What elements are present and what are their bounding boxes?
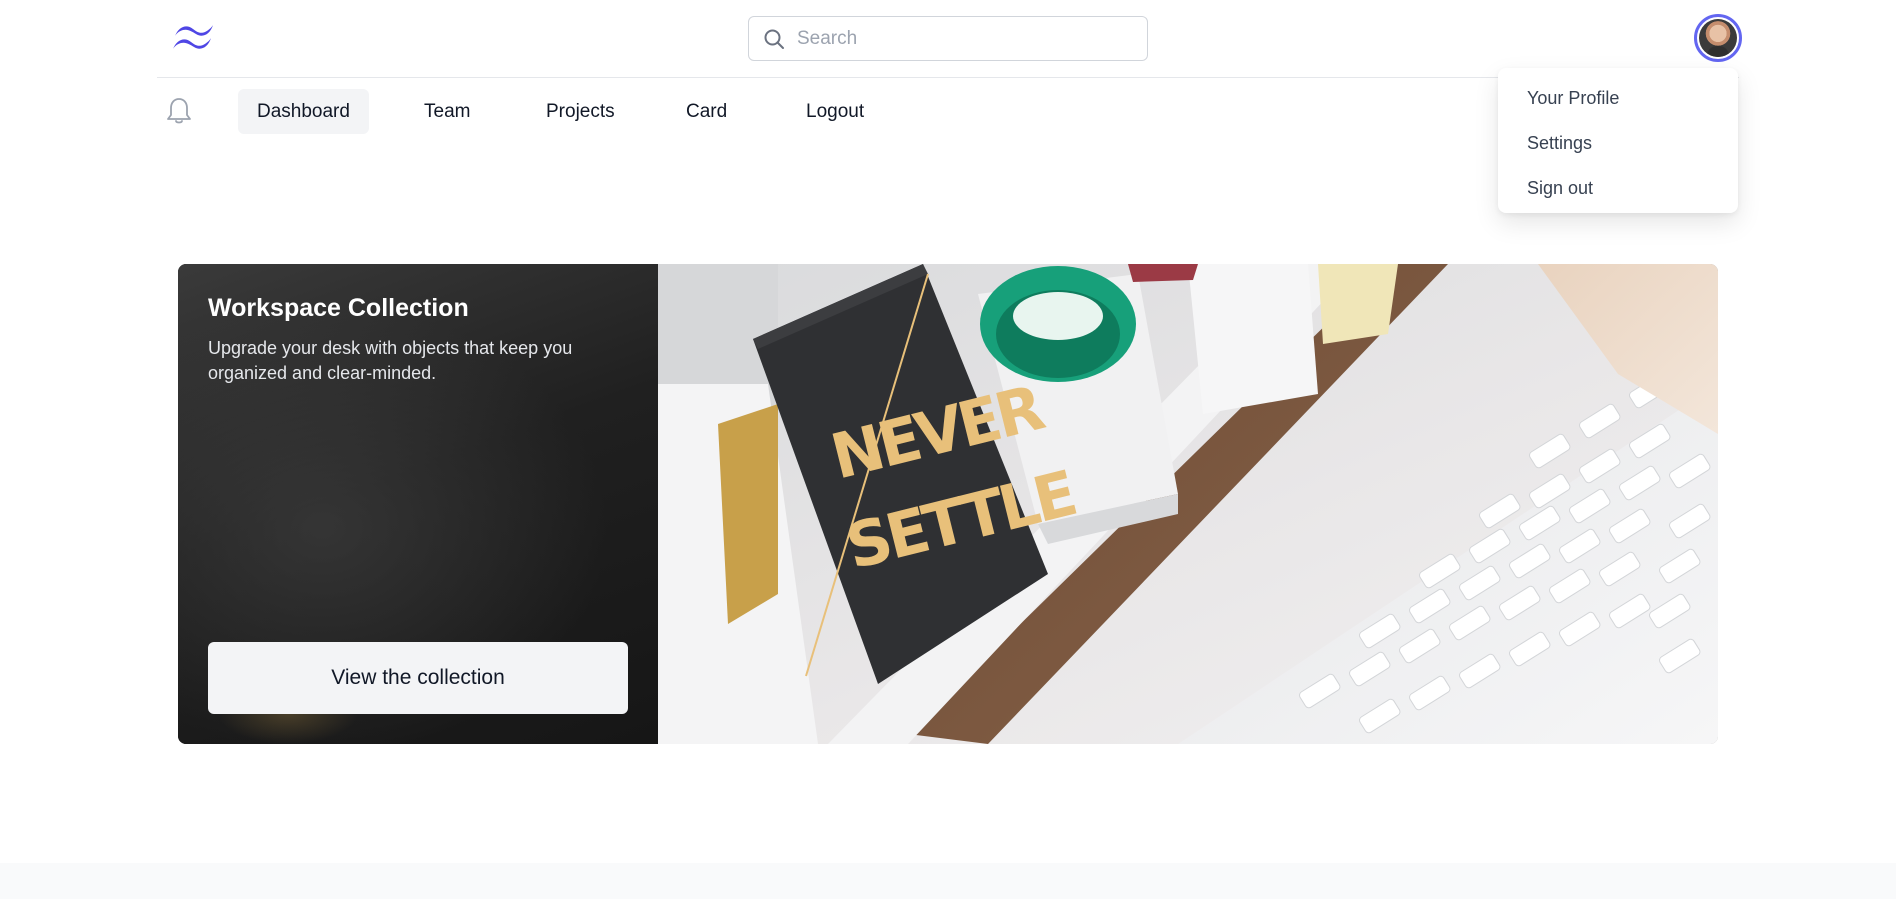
workspace-photo: NEVER SETTLE — [658, 264, 1718, 744]
profile-dropdown-menu: Your Profile Settings Sign out — [1498, 68, 1738, 213]
search-icon — [764, 29, 784, 49]
nav-item-logout[interactable]: Logout — [787, 89, 883, 134]
hero-description: Upgrade your desk with objects that keep… — [208, 338, 573, 383]
nav-item-team[interactable]: Team — [405, 89, 489, 134]
search-input[interactable] — [795, 17, 1135, 60]
menu-item-settings[interactable]: Settings — [1498, 121, 1738, 166]
view-collection-button[interactable]: View the collection — [208, 642, 628, 714]
menu-item-sign-out[interactable]: Sign out — [1498, 166, 1738, 211]
footer-band — [0, 863, 1896, 899]
menu-item-your-profile[interactable]: Your Profile — [1498, 76, 1738, 121]
hero-text-panel: Workspace Collection Upgrade your desk w… — [178, 264, 658, 744]
hero-title: Workspace Collection — [208, 294, 469, 322]
tailwind-logo-icon[interactable] — [169, 20, 217, 54]
nav-item-projects[interactable]: Projects — [527, 89, 634, 134]
nav-item-card[interactable]: Card — [667, 89, 746, 134]
nav-item-dashboard[interactable]: Dashboard — [238, 89, 369, 134]
search-box — [748, 16, 1148, 61]
user-avatar[interactable] — [1694, 14, 1742, 62]
top-bar — [157, 0, 1742, 78]
bell-icon[interactable] — [165, 96, 193, 126]
workspace-collection-card: Workspace Collection Upgrade your desk w… — [178, 264, 1718, 744]
avatar-image — [1699, 19, 1737, 57]
workspace-photo-illustration: NEVER SETTLE — [658, 264, 1718, 744]
